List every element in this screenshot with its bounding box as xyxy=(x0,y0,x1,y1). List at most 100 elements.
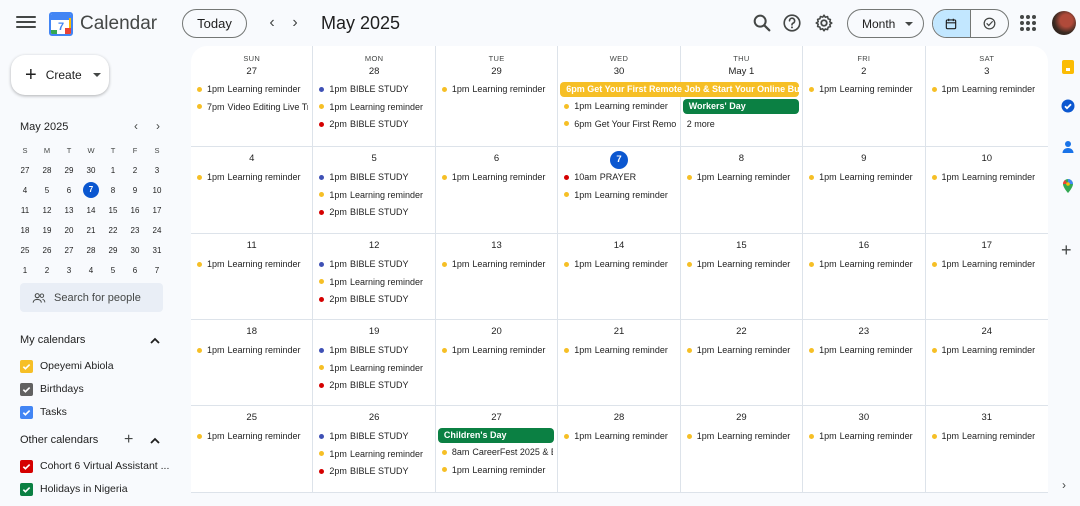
today-button[interactable]: Today xyxy=(182,9,247,38)
day-cell[interactable]: 12 1pm BIBLE STUDY 1pm Learning reminder… xyxy=(313,234,436,319)
event-chip[interactable]: 1pm Learning reminder xyxy=(685,342,798,358)
mini-day[interactable]: 5 xyxy=(102,266,124,275)
day-number[interactable]: 24 xyxy=(926,326,1048,337)
mini-day[interactable]: 19 xyxy=(36,226,58,235)
side-panel-chevron-icon[interactable]: › xyxy=(1062,478,1066,492)
event-chip[interactable]: 1pm Learning reminder xyxy=(930,428,1044,444)
mini-day[interactable]: 17 xyxy=(146,206,168,215)
chevron-up-icon[interactable] xyxy=(149,335,161,347)
checkbox-checked-icon[interactable] xyxy=(20,382,33,396)
event-chip[interactable]: 1pm Learning reminder xyxy=(195,169,308,185)
day-cell[interactable]: 18 1pm Learning reminder xyxy=(191,320,314,405)
event-chip[interactable]: 1pm BIBLE STUDY xyxy=(317,428,430,444)
day-cell[interactable]: 9 1pm Learning reminder xyxy=(803,147,926,233)
search-people-input[interactable]: Search for people xyxy=(20,283,163,312)
mini-day[interactable]: 16 xyxy=(124,206,146,215)
event-chip[interactable]: 1pm Learning reminder xyxy=(930,342,1044,358)
event-chip[interactable]: 2pm BIBLE STUDY xyxy=(317,204,430,220)
day-cell[interactable]: FRI 2 1pm Learning reminder xyxy=(803,46,926,146)
mini-day[interactable]: 30 xyxy=(124,246,146,255)
mini-day[interactable]: 12 xyxy=(36,206,58,215)
day-number[interactable]: 29 xyxy=(436,66,557,77)
mini-day[interactable]: 11 xyxy=(14,206,36,215)
event-chip[interactable]: 1pm Learning reminder xyxy=(685,169,798,185)
add-other-calendar-icon[interactable]: + xyxy=(124,432,133,448)
day-cell[interactable]: 23 1pm Learning reminder xyxy=(803,320,926,405)
day-number[interactable]: 10 xyxy=(926,153,1048,164)
day-number[interactable]: 12 xyxy=(313,240,434,251)
mini-day[interactable]: 1 xyxy=(14,266,36,275)
day-number[interactable]: 30 xyxy=(803,412,924,423)
day-cell[interactable]: 11 1pm Learning reminder xyxy=(191,234,314,319)
day-number[interactable]: 29 xyxy=(681,412,802,423)
mini-day[interactable]: 30 xyxy=(80,166,102,175)
event-chip[interactable]: 10am PRAYER xyxy=(562,169,675,185)
event-chip[interactable]: 1pm Learning reminder xyxy=(807,428,920,444)
event-chip[interactable]: 1pm Learning reminder xyxy=(317,187,430,203)
day-cell[interactable]: 27 8am CareerFest 2025 & Expo 1pm Learni… xyxy=(436,406,559,492)
day-cell[interactable]: 5 1pm BIBLE STUDY 1pm Learning reminder … xyxy=(313,147,436,233)
calendar-list-item[interactable]: Tasks xyxy=(20,404,67,420)
chevron-up-icon[interactable] xyxy=(149,435,161,447)
event-chip[interactable]: 1pm Learning reminder xyxy=(317,360,430,376)
mini-day[interactable]: 3 xyxy=(58,266,80,275)
mini-day[interactable]: 23 xyxy=(124,226,146,235)
mini-day[interactable]: 27 xyxy=(14,166,36,175)
mini-day[interactable]: 4 xyxy=(80,266,102,275)
mini-day-today[interactable]: 7 xyxy=(80,182,102,198)
day-number[interactable]: 3 xyxy=(926,66,1048,77)
event-chip[interactable]: 1pm Learning reminder xyxy=(562,187,675,203)
day-number[interactable]: 31 xyxy=(926,412,1048,423)
mini-day[interactable]: 3 xyxy=(146,166,168,175)
event-chip[interactable]: 1pm Learning reminder xyxy=(562,256,675,272)
mini-day[interactable]: 4 xyxy=(14,186,36,195)
day-number[interactable]: 26 xyxy=(313,412,434,423)
day-cell[interactable]: 17 1pm Learning reminder xyxy=(926,234,1048,319)
day-cell[interactable]: MON 28 1pm BIBLE STUDY 1pm Learning remin… xyxy=(313,46,436,146)
day-cell[interactable]: 15 1pm Learning reminder xyxy=(681,234,804,319)
day-number[interactable]: 14 xyxy=(558,240,679,251)
day-number[interactable]: 28 xyxy=(558,412,679,423)
mini-prev-month-icon[interactable]: ‹ xyxy=(129,119,143,133)
holiday-banner[interactable]: Children's Day xyxy=(437,428,555,443)
event-chip[interactable]: 1pm Learning reminder xyxy=(195,81,308,97)
event-chip[interactable]: 1pm Learning reminder xyxy=(562,428,675,444)
day-number[interactable]: 5 xyxy=(313,153,434,164)
event-chip[interactable]: 1pm BIBLE STUDY xyxy=(317,169,430,185)
day-cell[interactable]: 19 1pm BIBLE STUDY 1pm Learning reminder… xyxy=(313,320,436,405)
create-button[interactable]: + Create xyxy=(11,55,109,95)
prev-month-button[interactable]: ‹ xyxy=(263,13,281,33)
event-chip[interactable]: 1pm BIBLE STUDY xyxy=(317,81,430,97)
mini-day[interactable]: 9 xyxy=(124,186,146,195)
event-chip[interactable]: 1pm Learning reminder xyxy=(440,81,553,97)
day-cell[interactable]: SAT 3 1pm Learning reminder xyxy=(926,46,1048,146)
event-chip[interactable]: 2pm BIBLE STUDY xyxy=(317,291,430,307)
checkbox-checked-icon[interactable] xyxy=(20,359,33,373)
event-chip[interactable]: 1pm Learning reminder xyxy=(317,446,430,462)
day-number[interactable]: 6 xyxy=(436,153,557,164)
event-chip[interactable]: 1pm Learning reminder xyxy=(195,256,308,272)
day-number[interactable]: 22 xyxy=(681,326,802,337)
event-chip[interactable]: 1pm Learning reminder xyxy=(685,256,798,272)
day-cell[interactable]: 4 1pm Learning reminder xyxy=(191,147,314,233)
day-number[interactable]: 21 xyxy=(558,326,679,337)
mini-day[interactable]: 7 xyxy=(146,266,168,275)
mini-day[interactable]: 6 xyxy=(124,266,146,275)
more-events-link[interactable]: 2 more xyxy=(687,119,715,129)
help-icon[interactable] xyxy=(781,12,803,34)
checkbox-checked-icon[interactable] xyxy=(20,482,33,496)
event-chip[interactable]: 1pm Learning reminder xyxy=(562,98,675,114)
mini-day[interactable]: 26 xyxy=(36,246,58,255)
mini-next-month-icon[interactable]: › xyxy=(151,119,165,133)
event-chip[interactable]: 1pm Learning reminder xyxy=(807,169,920,185)
calendar-view-toggle[interactable] xyxy=(933,10,971,37)
day-cell[interactable]: 31 1pm Learning reminder xyxy=(926,406,1048,492)
day-cell[interactable]: 30 1pm Learning reminder xyxy=(803,406,926,492)
day-cell[interactable]: 24 1pm Learning reminder xyxy=(926,320,1048,405)
mini-day[interactable]: 10 xyxy=(146,186,168,195)
event-chip[interactable]: 1pm Learning reminder xyxy=(440,462,553,478)
event-chip[interactable]: 7pm Video Editing Live Training xyxy=(195,99,308,115)
all-day-event-banner[interactable]: 6pm Get Your First Remote Job & Start Yo… xyxy=(560,82,800,97)
event-chip[interactable]: 1pm Learning reminder xyxy=(930,169,1044,185)
event-chip[interactable]: 1pm BIBLE STUDY xyxy=(317,342,430,358)
